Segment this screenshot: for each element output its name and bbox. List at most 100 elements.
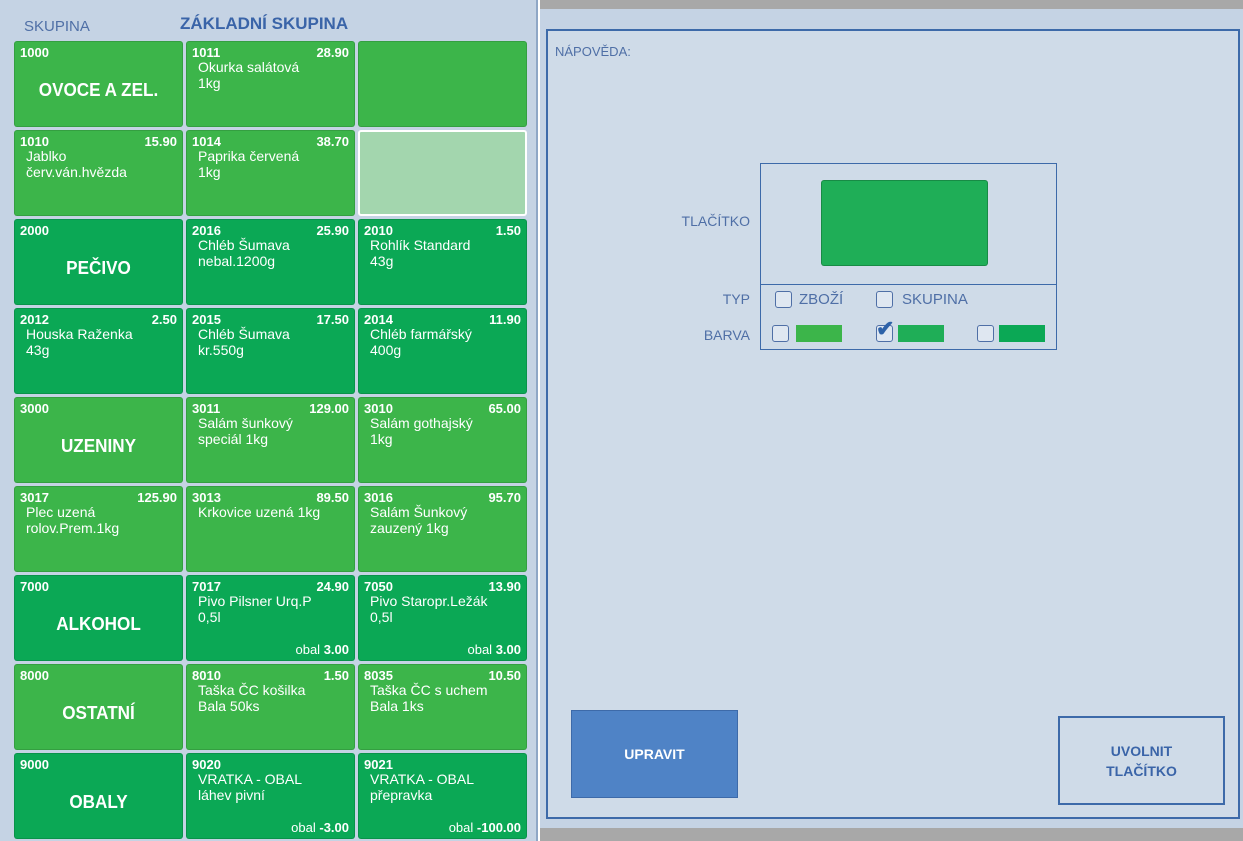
group-button[interactable]: 3000 UZENINY bbox=[14, 397, 183, 483]
button-name-line1: VRATKA - OBAL bbox=[370, 771, 474, 787]
product-button-panel: SKUPINA ZÁKLADNÍ SKUPINA 1000 OVOCE A ZEL… bbox=[0, 0, 538, 841]
deposit-label: obal bbox=[467, 642, 493, 657]
product-button[interactable]: 2012 2.50 Houska Raženka 43g bbox=[14, 308, 183, 394]
button-name-line1: Taška ČC košilka bbox=[198, 682, 306, 698]
product-button[interactable]: 1010 15.90 Jablko červ.ván.hvězda bbox=[14, 130, 183, 216]
type-goods-checkbox[interactable] bbox=[775, 291, 792, 308]
product-button[interactable]: 8035 10.50 Taška ČC s uchem Bala 1ks bbox=[358, 664, 527, 750]
button-name-line1: Chléb Šumava bbox=[198, 237, 290, 253]
button-name: Chléb Šumava nebal.1200g bbox=[198, 237, 350, 269]
button-name: VRATKA - OBAL přepravka bbox=[370, 771, 522, 803]
button-code: 9021 bbox=[364, 757, 393, 772]
help-panel bbox=[546, 29, 1240, 819]
button-price: 1.50 bbox=[495, 223, 521, 238]
product-button[interactable]: 3011 129.00 Salám šunkový speciál 1kg bbox=[186, 397, 355, 483]
product-button[interactable]: 2014 11.90 Chléb farmářský 400g bbox=[358, 308, 527, 394]
button-code: 7050 bbox=[364, 579, 393, 594]
button-name-line1: Krkovice uzená 1kg bbox=[198, 504, 321, 520]
button-preview-label: TLAČÍTKO bbox=[681, 213, 750, 229]
product-button[interactable]: 9020 VRATKA - OBAL láhev pivní obal -3.00 bbox=[186, 753, 355, 839]
deposit-text: obal -3.00 bbox=[291, 820, 349, 835]
button-code: 3013 bbox=[192, 490, 221, 505]
group-label: SKUPINA bbox=[24, 18, 90, 35]
button-name-line1: Chléb farmářský bbox=[370, 326, 472, 342]
button-name-line2: láhev pivní bbox=[198, 787, 265, 803]
button-name: Taška ČC s uchem Bala 1ks bbox=[370, 682, 522, 714]
button-code: 8035 bbox=[364, 668, 393, 683]
product-button[interactable]: 2016 25.90 Chléb Šumava nebal.1200g bbox=[186, 219, 355, 305]
product-button[interactable]: 3010 65.00 Salám gothajský 1kg bbox=[358, 397, 527, 483]
button-name-line1: Salám gothajský bbox=[370, 415, 473, 431]
product-button[interactable]: 3017 125.90 Plec uzená rolov.Prem.1kg bbox=[14, 486, 183, 572]
product-button[interactable]: 9021 VRATKA - OBAL přepravka obal -100.00 bbox=[358, 753, 527, 839]
button-price: 129.00 bbox=[309, 401, 349, 416]
button-code: 2016 bbox=[192, 223, 221, 238]
group-button[interactable]: 1000 OVOCE A ZEL. bbox=[14, 41, 183, 127]
product-button[interactable]: 3016 95.70 Salám Šunkový zauzený 1kg bbox=[358, 486, 527, 572]
button-price: 11.90 bbox=[489, 312, 521, 327]
button-name: Salám šunkový speciál 1kg bbox=[198, 415, 350, 447]
button-code: 9020 bbox=[192, 757, 221, 772]
button-name-line1: VRATKA - OBAL bbox=[198, 771, 302, 787]
deposit-text: obal 3.00 bbox=[467, 642, 521, 657]
product-button[interactable]: 8010 1.50 Taška ČC košilka Bala 50ks bbox=[186, 664, 355, 750]
group-button-name: UZENINY bbox=[60, 436, 137, 456]
button-name-line1: Chléb Šumava bbox=[198, 326, 290, 342]
help-label: NÁPOVĚDA: bbox=[555, 44, 631, 59]
button-name: Pivo Pilsner Urq.P 0,5l bbox=[198, 593, 350, 625]
button-name: Krkovice uzená 1kg bbox=[198, 504, 350, 520]
button-name: Okurka salátová 1kg bbox=[198, 59, 350, 91]
button-code: 2014 bbox=[364, 312, 393, 327]
product-button[interactable]: 7050 13.90 Pivo Staropr.Ležák 0,5l obal 3.00 bbox=[358, 575, 527, 661]
button-name-line2: rolov.Prem.1kg bbox=[26, 520, 120, 536]
product-button[interactable]: 2010 1.50 Rohlík Standard 43g bbox=[358, 219, 527, 305]
button-name-line1: Salám Šunkový bbox=[370, 504, 468, 520]
button-name-line2: 0,5l bbox=[370, 609, 393, 625]
button-name-line1: Plec uzená bbox=[26, 504, 96, 520]
release-button[interactable]: UVOLNIT TLAČÍTKO bbox=[1058, 716, 1225, 805]
color-option-1-checkbox[interactable] bbox=[772, 325, 789, 342]
type-group-checkbox[interactable] bbox=[876, 291, 893, 308]
button-price: 89.50 bbox=[316, 490, 349, 505]
button-name-line2: 43g bbox=[26, 342, 50, 358]
button-name-line2: 1kg bbox=[198, 164, 221, 180]
button-code: 3011 bbox=[192, 401, 221, 416]
product-button[interactable]: 1014 38.70 Paprika červená 1kg bbox=[186, 130, 355, 216]
product-button[interactable]: 7017 24.90 Pivo Pilsner Urq.P 0,5l obal 3.00 bbox=[186, 575, 355, 661]
group-header: SKUPINA ZÁKLADNÍ SKUPINA bbox=[0, 0, 538, 40]
button-price: 95.70 bbox=[488, 490, 521, 505]
color-label: BARVA bbox=[703, 327, 750, 343]
type-group-label: SKUPINA bbox=[902, 291, 968, 308]
type-goods-label: ZBOŽÍ bbox=[799, 291, 844, 308]
product-button[interactable]: 3013 89.50 Krkovice uzená 1kg bbox=[186, 486, 355, 572]
deposit-text: obal 3.00 bbox=[295, 642, 349, 657]
edit-button[interactable]: UPRAVIT bbox=[571, 710, 738, 798]
button-code: 2000 bbox=[20, 223, 49, 238]
button-price: 15.90 bbox=[144, 134, 177, 149]
button-price: 125.90 bbox=[137, 490, 177, 505]
button-code: 9000 bbox=[20, 757, 49, 772]
button-name-line2: Bala 50ks bbox=[198, 698, 260, 714]
empty-button[interactable] bbox=[358, 41, 527, 127]
product-button[interactable]: 2015 17.50 Chléb Šumava kr.550g bbox=[186, 308, 355, 394]
button-name-line2: Bala 1ks bbox=[370, 698, 424, 714]
button-name-line2: červ.ván.hvězda bbox=[26, 164, 127, 180]
empty-button[interactable] bbox=[358, 130, 527, 216]
group-button[interactable]: 8000 OSTATNÍ bbox=[14, 664, 183, 750]
button-name-line1: Salám šunkový bbox=[198, 415, 293, 431]
group-button[interactable]: 2000 PEČIVO bbox=[14, 219, 183, 305]
checkmark-icon: ✔ bbox=[876, 316, 895, 341]
color-swatch-2 bbox=[898, 325, 944, 342]
group-button[interactable]: 7000 ALKOHOL bbox=[14, 575, 183, 661]
button-code: 1011 bbox=[192, 45, 221, 60]
button-name-line2: speciál 1kg bbox=[198, 431, 269, 447]
button-code: 1014 bbox=[192, 134, 221, 149]
group-button-name: PEČIVO bbox=[66, 258, 131, 278]
button-code: 3010 bbox=[364, 401, 393, 416]
button-price: 10.50 bbox=[488, 668, 521, 683]
color-option-3-checkbox[interactable] bbox=[977, 325, 994, 342]
group-button[interactable]: 9000 OBALY bbox=[14, 753, 183, 839]
button-name-line1: Paprika červená bbox=[198, 148, 300, 164]
button-name: Chléb Šumava kr.550g bbox=[198, 326, 350, 358]
product-button[interactable]: 1011 28.90 Okurka salátová 1kg bbox=[186, 41, 355, 127]
